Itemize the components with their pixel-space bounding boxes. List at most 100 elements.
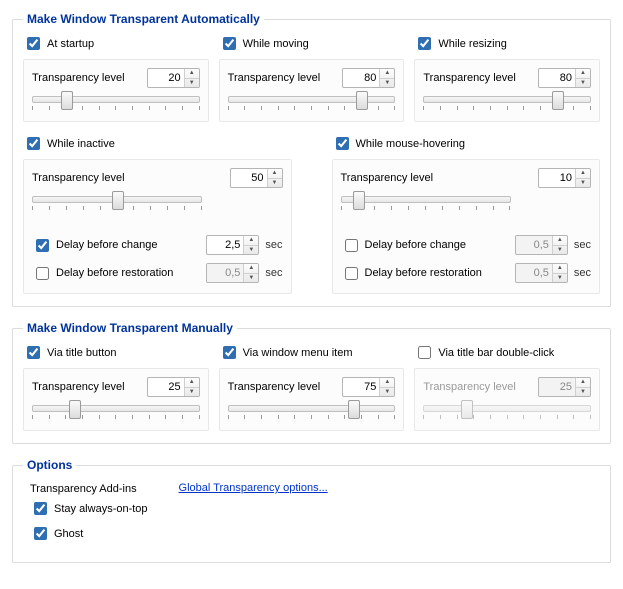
chk-stay-on-top[interactable]: Stay always-on-top — [30, 499, 148, 518]
tl-label-moving: Transparency level — [228, 72, 321, 84]
unit-sec: sec — [265, 267, 282, 279]
spin-up-icon[interactable]: ▲ — [553, 236, 567, 246]
spin-down-icon[interactable]: ▼ — [553, 246, 567, 255]
spin-up-icon[interactable]: ▲ — [553, 264, 567, 274]
chk-while-inactive[interactable]: While inactive — [23, 134, 292, 153]
chk-ghost[interactable]: Ghost — [30, 524, 148, 543]
tl-label-resizing: Transparency level — [423, 72, 516, 84]
chk-hover-delay-restore-box[interactable] — [345, 267, 358, 280]
panel-menuitem: Transparency level ▲▼ — [219, 368, 405, 431]
chk-while-hovering-box[interactable] — [336, 137, 349, 150]
chk-hover-delay-restore-label: Delay before restoration — [365, 267, 482, 279]
spinner-inactive[interactable]: ▲▼ — [230, 168, 283, 188]
group-manual: Make Window Transparent Manually Via tit… — [12, 321, 611, 444]
spinner-hover-delay-restore[interactable]: ▲▼ — [515, 263, 568, 283]
spin-down-icon[interactable]: ▼ — [380, 79, 394, 88]
spinner-inactive-delay-change-input[interactable] — [207, 236, 243, 254]
slider-resizing[interactable] — [423, 94, 591, 111]
spinner-inactive-delay-change[interactable]: ▲▼ — [206, 235, 259, 255]
link-global-transparency[interactable]: Global Transparency options... — [179, 482, 328, 494]
spinner-resizing[interactable]: ▲▼ — [538, 68, 591, 88]
chk-via-double-click[interactable]: Via title bar double-click — [414, 343, 600, 362]
slider-thumb[interactable] — [348, 400, 360, 419]
spinner-hover-delay-change-input[interactable] — [516, 236, 552, 254]
spinner-inactive-input[interactable] — [231, 169, 267, 187]
group-options-legend: Options — [23, 458, 76, 472]
slider-moving[interactable] — [228, 94, 396, 111]
spinner-titlebtn[interactable]: ▲▼ — [147, 377, 200, 397]
chk-via-title-button-label: Via title button — [47, 347, 117, 359]
chk-stay-on-top-label: Stay always-on-top — [54, 503, 148, 515]
chk-at-startup-box[interactable] — [27, 37, 40, 50]
chk-via-title-button-box[interactable] — [27, 346, 40, 359]
spinner-hover[interactable]: ▲▼ — [538, 168, 591, 188]
chk-at-startup[interactable]: At startup — [23, 34, 209, 53]
chk-hover-delay-change[interactable]: Delay before change — [341, 236, 509, 255]
slider-thumb[interactable] — [61, 91, 73, 110]
chk-while-inactive-box[interactable] — [27, 137, 40, 150]
spinner-inactive-delay-restore-input[interactable] — [207, 264, 243, 282]
spinner-hover-delay-restore-input[interactable] — [516, 264, 552, 282]
slider-thumb[interactable] — [112, 191, 124, 210]
chk-while-moving-box[interactable] — [223, 37, 236, 50]
spinner-moving-input[interactable] — [343, 69, 379, 87]
spin-up-icon[interactable]: ▲ — [380, 378, 394, 388]
spin-up-icon[interactable]: ▲ — [576, 69, 590, 79]
spin-up-icon[interactable]: ▲ — [185, 378, 199, 388]
chk-while-resizing-box[interactable] — [418, 37, 431, 50]
spin-up-icon[interactable]: ▲ — [244, 236, 258, 246]
spin-up-icon[interactable]: ▲ — [380, 69, 394, 79]
spin-down-icon[interactable]: ▼ — [380, 388, 394, 397]
spin-up-icon[interactable]: ▲ — [185, 69, 199, 79]
chk-via-title-button[interactable]: Via title button — [23, 343, 209, 362]
spinner-resizing-input[interactable] — [539, 69, 575, 87]
slider-inactive[interactable] — [32, 194, 202, 211]
slider-hover[interactable] — [341, 194, 511, 211]
chk-hover-delay-restore[interactable]: Delay before restoration — [341, 264, 509, 283]
spinner-hover-delay-change[interactable]: ▲▼ — [515, 235, 568, 255]
chk-hover-delay-change-box[interactable] — [345, 239, 358, 252]
chk-while-moving[interactable]: While moving — [219, 34, 405, 53]
chk-inactive-delay-change-box[interactable] — [36, 239, 49, 252]
chk-via-menu-item-box[interactable] — [223, 346, 236, 359]
chk-inactive-delay-restore[interactable]: Delay before restoration — [32, 264, 200, 283]
spin-down-icon[interactable]: ▼ — [576, 79, 590, 88]
spin-down-icon[interactable]: ▼ — [576, 179, 590, 188]
group-auto-legend: Make Window Transparent Automatically — [23, 12, 264, 26]
chk-via-double-click-box[interactable] — [418, 346, 431, 359]
spin-up-icon[interactable]: ▲ — [268, 169, 282, 179]
spin-down-icon[interactable]: ▼ — [185, 388, 199, 397]
slider-thumb[interactable] — [552, 91, 564, 110]
spinner-hover-input[interactable] — [539, 169, 575, 187]
spin-down-icon[interactable]: ▼ — [244, 246, 258, 255]
slider-menuitem[interactable] — [228, 403, 396, 420]
spinner-menuitem[interactable]: ▲▼ — [342, 377, 395, 397]
spin-up-icon[interactable]: ▲ — [576, 169, 590, 179]
panel-hover: Transparency level ▲▼ Delay before chan — [332, 159, 601, 294]
spin-down-icon[interactable]: ▼ — [268, 179, 282, 188]
spinner-inactive-delay-restore[interactable]: ▲▼ — [206, 263, 259, 283]
spinner-menuitem-input[interactable] — [343, 378, 379, 396]
chk-stay-on-top-box[interactable] — [34, 502, 47, 515]
spinner-startup[interactable]: ▲▼ — [147, 68, 200, 88]
slider-thumb[interactable] — [69, 400, 81, 419]
panel-resizing: Transparency level ▲▼ — [414, 59, 600, 122]
tl-label-startup: Transparency level — [32, 72, 125, 84]
spin-down-icon[interactable]: ▼ — [244, 274, 258, 283]
spinner-moving[interactable]: ▲▼ — [342, 68, 395, 88]
chk-inactive-delay-change[interactable]: Delay before change — [32, 236, 200, 255]
chk-ghost-box[interactable] — [34, 527, 47, 540]
spinner-startup-input[interactable] — [148, 69, 184, 87]
chk-inactive-delay-restore-box[interactable] — [36, 267, 49, 280]
chk-while-resizing[interactable]: While resizing — [414, 34, 600, 53]
slider-titlebtn[interactable] — [32, 403, 200, 420]
chk-via-menu-item[interactable]: Via window menu item — [219, 343, 405, 362]
slider-startup[interactable] — [32, 94, 200, 111]
slider-thumb[interactable] — [356, 91, 368, 110]
slider-thumb[interactable] — [353, 191, 365, 210]
spin-down-icon[interactable]: ▼ — [185, 79, 199, 88]
chk-while-hovering[interactable]: While mouse-hovering — [332, 134, 601, 153]
spin-down-icon[interactable]: ▼ — [553, 274, 567, 283]
spinner-titlebtn-input[interactable] — [148, 378, 184, 396]
spin-up-icon[interactable]: ▲ — [244, 264, 258, 274]
